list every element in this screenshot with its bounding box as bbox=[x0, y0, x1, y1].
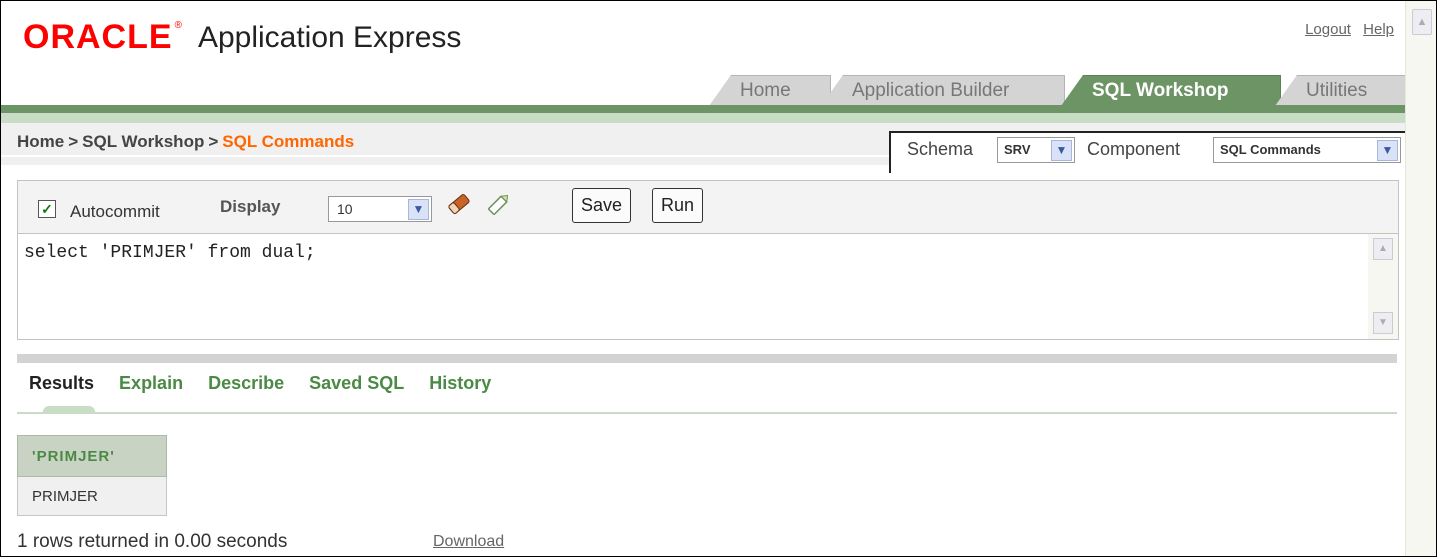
component-value: SQL Commands bbox=[1220, 142, 1321, 157]
component-select[interactable]: SQL Commands ▼ bbox=[1213, 137, 1401, 163]
tab-results[interactable]: Results bbox=[29, 373, 94, 393]
run-button[interactable]: Run bbox=[652, 188, 704, 223]
display-label: Display bbox=[220, 197, 281, 216]
autocommit-label: Autocommit bbox=[70, 202, 160, 221]
breadcrumb-sql-workshop[interactable]: SQL Workshop bbox=[82, 132, 204, 151]
display-value: 10 bbox=[337, 201, 353, 217]
editor-scrollbar[interactable]: ▲ ▼ bbox=[1368, 234, 1398, 339]
display-rows-select[interactable]: 10 ▼ bbox=[328, 196, 432, 222]
app-window: ORACLE ® Application Express Logout Help… bbox=[0, 0, 1437, 557]
schema-select[interactable]: SRV ▼ bbox=[997, 137, 1075, 163]
eraser-icon[interactable] bbox=[444, 189, 474, 219]
chevron-down-icon: ▼ bbox=[408, 199, 429, 220]
chevron-down-icon: ▼ bbox=[1377, 140, 1398, 161]
component-label: Component bbox=[1087, 139, 1181, 159]
table-row: PRIMJER bbox=[17, 476, 167, 516]
registered-mark: ® bbox=[174, 20, 182, 31]
highlighter-icon[interactable] bbox=[484, 189, 514, 219]
breadcrumb-separator: > bbox=[68, 132, 79, 151]
tab-sql-workshop[interactable]: SQL Workshop bbox=[1061, 75, 1281, 106]
scroll-down-icon[interactable]: ▼ bbox=[1373, 312, 1393, 334]
schema-selector-box: Schema SRV ▼ Component SQL Commands ▼ bbox=[889, 131, 1408, 173]
result-tabs: Results Explain Describe Saved SQL Histo… bbox=[29, 373, 511, 394]
tab-band-light bbox=[1, 113, 1406, 123]
rows-status: 1 rows returned in 0.00 seconds bbox=[17, 531, 288, 552]
tab-home[interactable]: Home bbox=[709, 75, 831, 106]
tab-band bbox=[1, 105, 1406, 113]
result-tabs-line bbox=[17, 412, 1397, 414]
tab-application-builder[interactable]: Application Builder bbox=[821, 75, 1065, 106]
schema-value: SRV bbox=[1004, 142, 1031, 157]
chevron-down-icon: ▼ bbox=[1051, 140, 1072, 161]
top-links: Logout Help bbox=[1297, 21, 1394, 38]
main-tabs: Home Application Builder SQL Workshop Ut… bbox=[1, 75, 1407, 106]
save-button[interactable]: Save bbox=[572, 188, 632, 223]
product-name: Application Express bbox=[197, 21, 462, 54]
oracle-logo: ORACLE ® Application Express bbox=[23, 20, 461, 54]
tab-describe[interactable]: Describe bbox=[208, 373, 284, 393]
tab-saved-sql[interactable]: Saved SQL bbox=[309, 373, 404, 393]
table-header-row: 'PRIMJER' bbox=[17, 435, 167, 477]
sql-command-panel: ✓ Autocommit Display 10 ▼ Save Run selec… bbox=[17, 180, 1399, 340]
sql-text: select 'PRIMJER' from dual; bbox=[24, 243, 316, 263]
breadcrumb-home[interactable]: Home bbox=[17, 132, 64, 151]
column-header: 'PRIMJER' bbox=[17, 435, 167, 477]
logout-link[interactable]: Logout bbox=[1305, 21, 1351, 38]
breadcrumb-current: SQL Commands bbox=[222, 132, 355, 151]
breadcrumb-underline bbox=[1, 155, 889, 157]
tab-explain[interactable]: Explain bbox=[119, 373, 183, 393]
panel-separator bbox=[17, 354, 1397, 363]
breadcrumb: Home > SQL Workshop > SQL Commands bbox=[17, 132, 354, 152]
table-cell: PRIMJER bbox=[17, 476, 167, 516]
scroll-up-icon[interactable]: ▲ bbox=[1412, 9, 1432, 35]
results-table: 'PRIMJER' PRIMJER bbox=[17, 435, 167, 516]
schema-label: Schema bbox=[907, 139, 974, 159]
help-link[interactable]: Help bbox=[1363, 21, 1394, 38]
download-link[interactable]: Download bbox=[433, 533, 504, 551]
autocommit-checkbox[interactable]: ✓ bbox=[38, 200, 56, 218]
brand-name: ORACLE bbox=[23, 18, 173, 56]
tab-utilities[interactable]: Utilities bbox=[1275, 75, 1407, 106]
breadcrumb-separator: > bbox=[208, 132, 219, 151]
sql-editor[interactable]: select 'PRIMJER' from dual; ▲ ▼ bbox=[18, 234, 1398, 339]
command-toolbar: ✓ Autocommit Display 10 ▼ Save Run bbox=[18, 181, 1398, 234]
scroll-up-icon[interactable]: ▲ bbox=[1373, 238, 1393, 260]
window-scrollbar[interactable]: ▲ bbox=[1405, 1, 1436, 556]
tab-history[interactable]: History bbox=[429, 373, 491, 393]
